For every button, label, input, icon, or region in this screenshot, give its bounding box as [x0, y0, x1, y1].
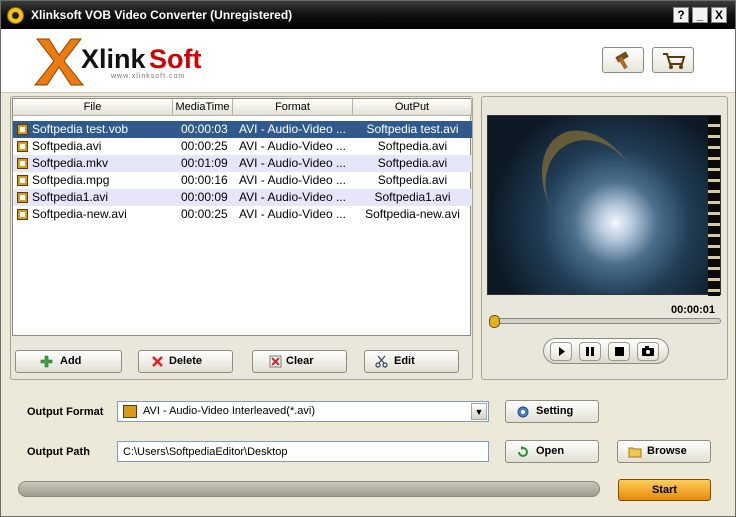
scissors-icon: [375, 355, 388, 368]
svg-text:Soft: Soft: [149, 44, 201, 74]
stop-button[interactable]: [608, 342, 630, 361]
row-format: AVI - Audio-Video ...: [239, 156, 346, 170]
table-row[interactable]: Softpedia.avi 00:00:25 AVI - Audio-Video…: [13, 138, 472, 155]
output-format-label: Output Format: [27, 406, 104, 418]
seek-handle[interactable]: [489, 315, 500, 328]
browse-button[interactable]: Browse: [617, 440, 711, 463]
video-preview: [487, 115, 721, 296]
row-time: 00:00:25: [181, 139, 228, 153]
row-file: Softpedia.mpg: [32, 173, 110, 187]
row-file: Softpedia.avi: [32, 139, 102, 153]
app-window: Xlinksoft VOB Video Converter (Unregiste…: [0, 0, 736, 517]
open-button[interactable]: Open: [505, 440, 599, 463]
row-format: AVI - Audio-Video ...: [239, 139, 346, 153]
row-output: Softpedia.avi: [377, 173, 448, 187]
row-file: Softpedia test.vob: [32, 122, 129, 136]
row-output: Softpedia.avi: [377, 156, 448, 170]
column-header-mediatime[interactable]: MediaTime: [173, 99, 233, 116]
camera-icon: [642, 346, 654, 356]
column-header-output[interactable]: OutPut: [353, 99, 472, 116]
buy-button[interactable]: [652, 47, 694, 73]
svg-text:Xlink: Xlink: [81, 44, 147, 74]
register-button[interactable]: [602, 47, 644, 73]
folder-icon: [628, 447, 642, 458]
start-button[interactable]: Start: [618, 479, 711, 501]
xlinksoft-logo: Xlink Soft www.xlinksoft.com: [33, 38, 201, 86]
output-format-select[interactable]: AVI - Audio-Video Interleaved(*.avi) ▼: [117, 401, 489, 422]
row-file: Softpedia-new.avi: [32, 207, 127, 221]
stop-icon: [615, 347, 624, 356]
row-format: AVI - Audio-Video ...: [239, 173, 346, 187]
pause-button[interactable]: [579, 342, 601, 361]
title-bar[interactable]: Xlinksoft VOB Video Converter (Unregiste…: [1, 1, 735, 29]
file-list[interactable]: File MediaTime Format OutPut Softpedia t…: [12, 98, 472, 336]
row-time: 00:00:03: [181, 122, 228, 136]
preview-panel: 00:00:01: [481, 96, 728, 380]
clear-button[interactable]: Clear: [252, 350, 347, 373]
row-time: 00:00:25: [181, 207, 228, 221]
delete-icon: [152, 356, 163, 367]
edit-button[interactable]: Edit: [364, 350, 459, 373]
row-output: Softpedia.avi: [377, 139, 448, 153]
output-format-value: AVI - Audio-Video Interleaved(*.avi): [143, 405, 316, 417]
row-time: 00:00:09: [181, 190, 228, 204]
row-output: Softpedia test.avi: [366, 122, 459, 136]
cart-icon: [663, 53, 686, 69]
table-row[interactable]: Softpedia.mkv 00:01:09 AVI - Audio-Video…: [13, 155, 472, 172]
help-button[interactable]: ?: [673, 7, 689, 23]
window-title: Xlinksoft VOB Video Converter (Unregiste…: [31, 8, 293, 22]
conversion-progress-bar: [18, 481, 600, 497]
row-file: Softpedia.mkv: [32, 156, 109, 170]
snapshot-button[interactable]: [637, 342, 659, 361]
row-output: Softpedia-new.avi: [365, 207, 460, 221]
output-path-input[interactable]: [117, 441, 489, 462]
table-row[interactable]: Softpedia1.avi 00:00:09 AVI - Audio-Vide…: [13, 189, 472, 206]
film-icon: [17, 141, 28, 152]
table-row[interactable]: Softpedia test.vob 00:00:03 AVI - Audio-…: [13, 121, 472, 138]
pause-icon: [586, 347, 594, 356]
add-button[interactable]: Add: [15, 350, 122, 373]
row-format: AVI - Audio-Video ...: [239, 190, 346, 204]
film-icon: [17, 124, 28, 135]
film-icon: [17, 175, 28, 186]
playback-time: 00:00:01: [671, 304, 716, 316]
gear-icon: [517, 406, 529, 418]
svg-text:www.xlinksoft.com: www.xlinksoft.com: [110, 73, 185, 80]
row-output: Softpedia1.avi: [374, 190, 451, 204]
table-row[interactable]: Softpedia-new.avi 00:00:25 AVI - Audio-V…: [13, 206, 472, 223]
file-panel: File MediaTime Format OutPut Softpedia t…: [10, 96, 473, 380]
seek-bar[interactable]: [489, 315, 721, 328]
film-icon: [17, 192, 28, 203]
column-header-file[interactable]: File: [13, 99, 173, 116]
delete-button[interactable]: Delete: [138, 350, 233, 373]
film-icon: [17, 209, 28, 220]
setting-button[interactable]: Setting: [505, 400, 599, 423]
film-icon: [17, 158, 28, 169]
header-banner: Xlink Soft www.xlinksoft.com: [1, 29, 735, 93]
output-path-label: Output Path: [27, 446, 90, 458]
minimize-button[interactable]: _: [692, 7, 708, 23]
hammer-icon: [615, 51, 629, 70]
film-icon: [123, 405, 137, 418]
app-icon: [7, 7, 24, 24]
open-folder-icon: [518, 446, 528, 457]
column-header-format[interactable]: Format: [233, 99, 353, 116]
row-format: AVI - Audio-Video ...: [239, 207, 346, 221]
play-icon: [559, 347, 565, 356]
row-file: Softpedia1.avi: [32, 190, 109, 204]
close-button[interactable]: X: [711, 7, 727, 23]
row-time: 00:01:09: [181, 156, 228, 170]
clear-icon: [269, 355, 282, 368]
play-button[interactable]: [550, 342, 572, 361]
table-row[interactable]: Softpedia.mpg 00:00:16 AVI - Audio-Video…: [13, 172, 472, 189]
chevron-down-icon[interactable]: ▼: [471, 403, 487, 420]
row-time: 00:00:16: [181, 173, 228, 187]
row-format: AVI - Audio-Video ...: [239, 122, 346, 136]
plus-icon: [40, 355, 53, 368]
playback-controls: [543, 338, 669, 364]
